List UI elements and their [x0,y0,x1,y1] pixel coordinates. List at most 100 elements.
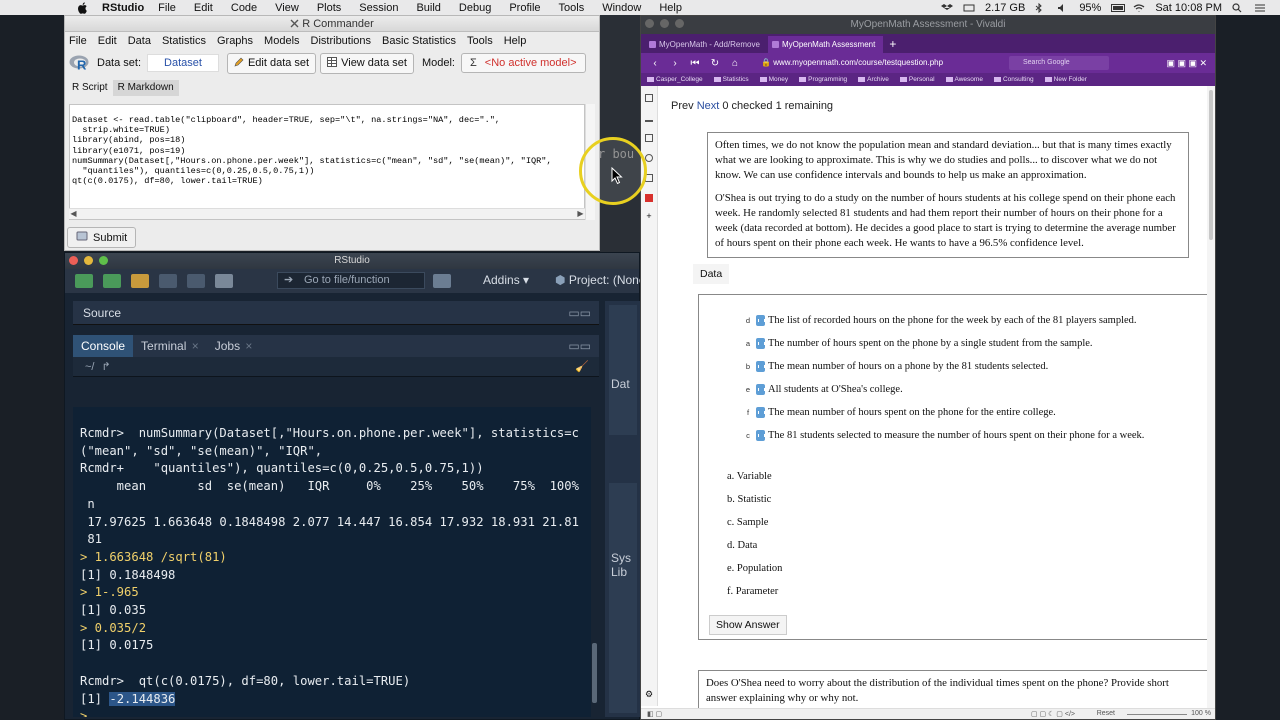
match-dropdown-icon[interactable] [756,430,765,441]
menu-build[interactable]: Build [416,2,440,14]
match-selected-letter[interactable]: e [742,385,754,394]
bookmarks-panel-icon[interactable] [645,94,653,102]
menu-code[interactable]: Code [231,2,257,14]
zoom-window-icon[interactable] [675,19,684,28]
volume-icon[interactable] [1057,3,1069,13]
browser-titlebar[interactable]: MyOpenMath Assessment - Vivaldi [641,16,1215,34]
match-dropdown-icon[interactable] [756,407,765,418]
tab-jobs[interactable]: Jobs × [207,335,261,357]
pane-splitter[interactable] [73,325,599,335]
reload-icon[interactable]: ↻ [709,58,721,69]
panel-toggle-icon[interactable]: ◧ ▢ [647,710,662,718]
bookmark-folder[interactable]: Programming [799,76,847,83]
spotlight-search-icon[interactable] [1232,2,1244,13]
match-dropdown-icon[interactable] [756,361,765,372]
pane-maximize-icon[interactable]: ▭▭ [568,301,591,325]
home-icon[interactable]: ⌂ [729,58,741,69]
match-selected-letter[interactable]: d [742,316,754,325]
tab-r-script[interactable]: R Script [67,80,113,96]
open-file-icon[interactable] [131,274,149,288]
rcommander-titlebar[interactable]: R Commander [65,16,599,32]
new-file-icon[interactable] [75,274,93,288]
goto-file-function-input[interactable]: ➔ Go to file/function [277,272,425,289]
rc-menu-basic-statistics[interactable]: Basic Statistics [382,35,456,47]
menu-session[interactable]: Session [359,2,398,14]
battery-percent[interactable]: 95% [1079,2,1101,14]
menubar-app-name[interactable]: RStudio [102,2,144,14]
active-model-selector[interactable]: Σ <No active model> [460,53,586,73]
save-all-icon[interactable] [187,274,205,288]
page-scrollbar[interactable] [1207,86,1215,708]
edit-dataset-button[interactable]: Edit data set [226,52,317,74]
workspace-panes-icon[interactable] [433,274,451,288]
bookmark-folder[interactable]: Statistics [713,76,749,83]
rc-menu-distributions[interactable]: Distributions [311,35,372,47]
print-icon[interactable] [215,274,233,288]
rc-menu-data[interactable]: Data [128,35,151,47]
addins-menu[interactable]: Addins ▾ [483,273,529,287]
menu-debug[interactable]: Debug [459,2,491,14]
match-selected-letter[interactable]: b [742,362,754,371]
data-button[interactable]: Data [693,264,730,284]
source-pane-header[interactable]: Source ▭▭ [73,301,599,325]
new-project-icon[interactable] [103,274,121,288]
rewind-icon[interactable]: ⏮ [689,58,701,69]
script-horizontal-scrollbar[interactable]: ◀ ▶ [69,208,585,219]
new-tab-icon[interactable]: + [883,36,902,53]
add-panel-icon[interactable]: + [645,212,653,221]
history-panel-icon[interactable] [645,154,653,162]
menu-edit[interactable]: Edit [194,2,213,14]
memory-icon[interactable] [963,3,975,13]
scroll-left-icon[interactable]: ◀ [69,209,78,218]
save-icon[interactable] [159,274,177,288]
back-icon[interactable]: ‹ [649,58,661,69]
rc-menu-models[interactable]: Models [264,35,299,47]
dropbox-icon[interactable] [940,3,953,13]
bookmark-folder[interactable]: Personal [899,76,935,83]
rc-menu-graphs[interactable]: Graphs [217,35,253,47]
menu-view[interactable]: View [275,2,299,14]
r-script-editor[interactable]: Dataset <- read.table("clipboard", heade… [69,104,585,220]
forward-icon[interactable]: › [669,58,681,69]
tab-add-remove[interactable]: MyOpenMath - Add/Remove [645,36,768,53]
bookmark-folder[interactable]: Awesome [945,76,983,83]
tab-assessment[interactable]: MyOpenMath Assessment [767,36,884,53]
bookmark-folder[interactable]: Casper_College [647,76,703,83]
minimize-window-icon[interactable] [660,19,669,28]
r-console-output[interactable]: Rcmdr> numSummary(Dataset[,"Hours.on.pho… [73,407,591,717]
menu-help[interactable]: Help [659,2,682,14]
match-selected-letter[interactable]: a [742,339,754,348]
rstudio-titlebar[interactable]: RStudio [65,253,639,269]
match-selected-letter[interactable]: f [742,408,754,417]
match-dropdown-icon[interactable] [756,315,765,326]
scroll-right-icon[interactable]: ▶ [576,209,585,218]
go-to-dir-icon[interactable]: ↱ [102,361,111,373]
zoom-reset-button[interactable]: Reset [1097,710,1115,717]
zoom-window-icon[interactable] [99,256,108,265]
next-link[interactable]: Next [697,100,720,112]
rc-menu-edit[interactable]: Edit [98,35,117,47]
submit-button[interactable]: Submit [67,227,137,248]
tab-terminal[interactable]: Terminal × [133,335,207,357]
rc-menu-file[interactable]: File [69,35,87,47]
menu-plots[interactable]: Plots [317,2,341,14]
close-tab-icon[interactable]: × [242,339,252,353]
settings-icon[interactable]: ⚙ [645,690,653,699]
minimize-window-icon[interactable] [84,256,93,265]
memory-readout[interactable]: 2.17 GB [985,2,1025,14]
bluetooth-icon[interactable] [1035,2,1047,13]
tab-console[interactable]: Console [73,335,134,357]
active-dataset-selector[interactable]: Dataset [147,54,219,72]
clear-console-icon[interactable]: 🧹 [575,357,589,377]
view-dataset-button[interactable]: View data set [320,52,414,74]
wifi-icon[interactable] [1133,3,1145,13]
prev-link[interactable]: Prev [671,100,694,112]
extension-icons[interactable]: ▣ ▣ ▣ ✕ [1166,58,1207,69]
environment-pane[interactable]: Dat [609,305,637,435]
status-icons[interactable]: ▢ ▢ ☾ ▢ </> [1031,710,1075,718]
project-menu[interactable]: ⬢ Project: (None [555,273,646,287]
selected-result-value[interactable]: -2.144836 [109,691,176,706]
match-selected-letter[interactable]: c [742,431,754,440]
close-window-icon[interactable] [645,19,654,28]
notification-center-icon[interactable] [1254,3,1266,13]
